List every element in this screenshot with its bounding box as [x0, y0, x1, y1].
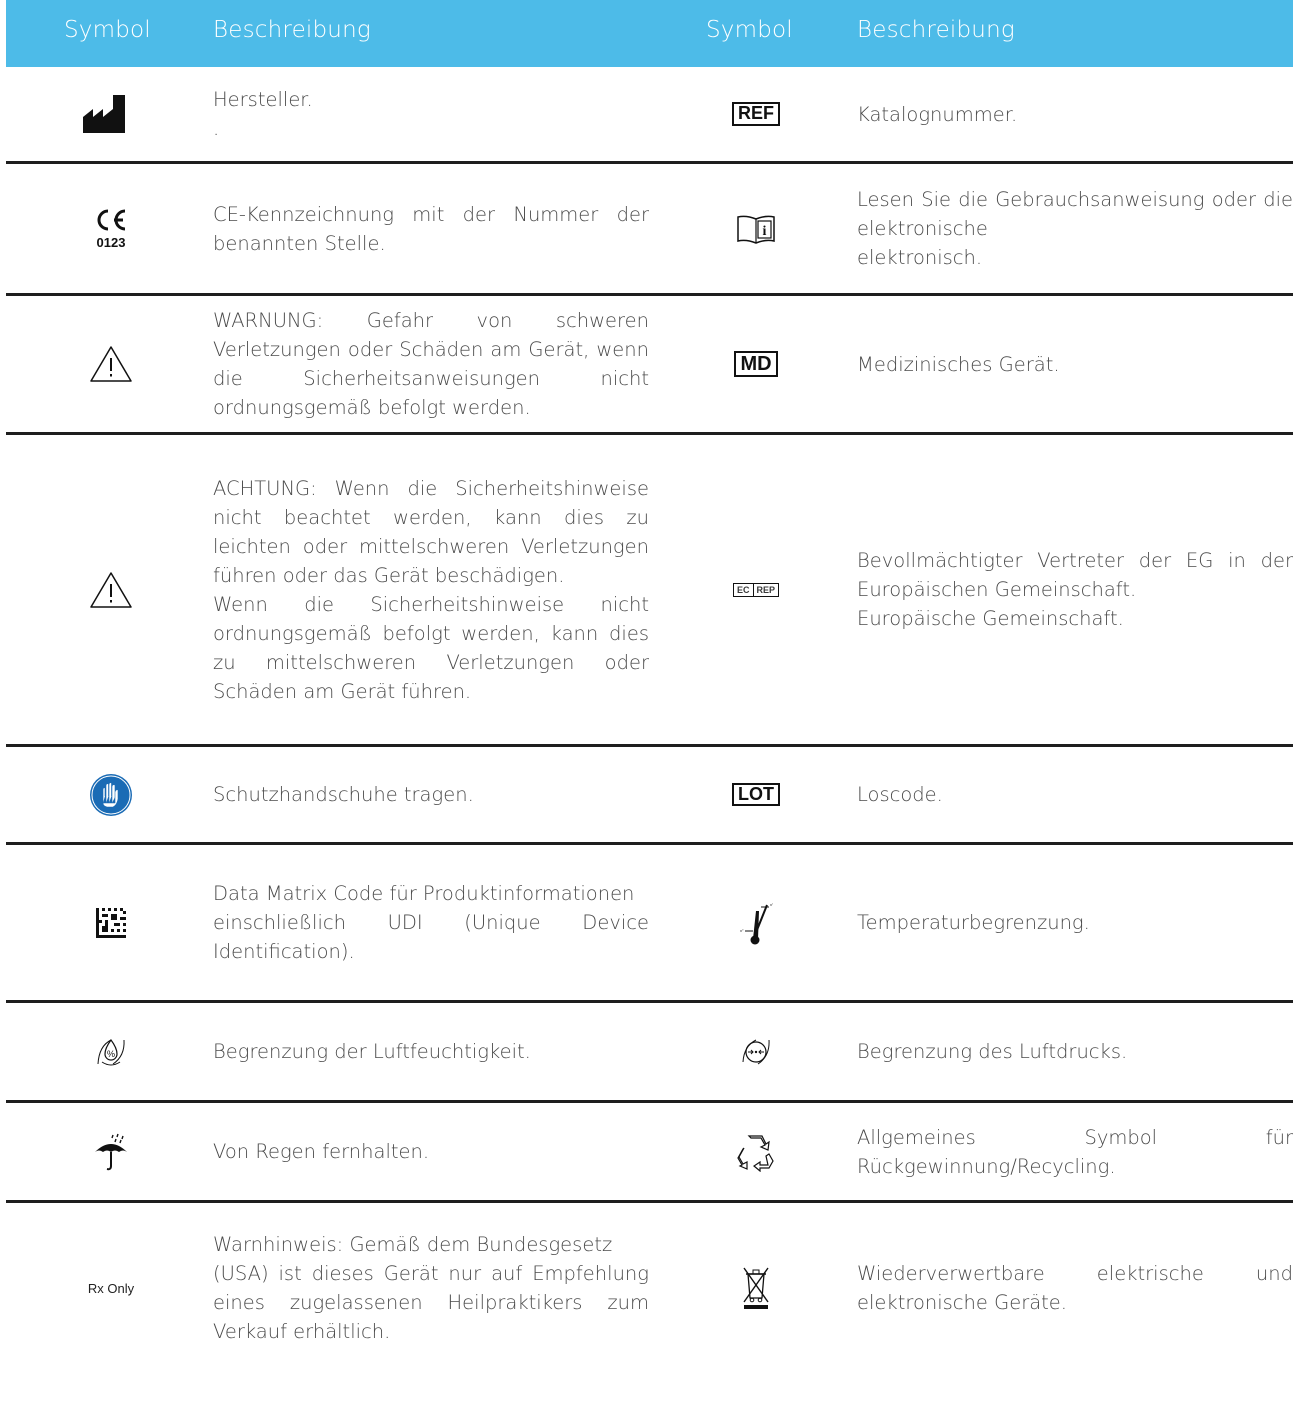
header-description-left: Beschreibung — [213, 17, 371, 43]
description-text: Katalognummer. — [857, 102, 1018, 126]
description-cell: WARNUNG: Gefahr von schweren Verletzunge… — [213, 296, 649, 432]
description-text: Hersteller. . — [213, 88, 313, 140]
pressure-limit-icon — [686, 1003, 826, 1100]
weee-icon — [686, 1203, 826, 1373]
description-text: Temperaturbegrenzung. — [857, 911, 1090, 934]
svg-text:x°: x° — [770, 902, 773, 907]
description-text: ACHTUNG: Wenn die Sicherheitshinweise ni… — [213, 476, 649, 703]
ec-rep-icon: EC REP — [686, 435, 826, 744]
description-text: Lesen Sie die Gebrauchsanweisung oder di… — [857, 188, 1293, 269]
description-text: CE-Kennzeichnung mit der Nummer der bena… — [213, 202, 649, 255]
description-cell: Schutzhandschuhe tragen. — [213, 747, 649, 842]
description-cell: Medizinisches Gerät. — [857, 296, 1293, 432]
description-cell: Katalognummer. — [857, 67, 1293, 161]
rx-only-label: Rx Only — [87, 1280, 135, 1296]
manufacturer-icon — [46, 67, 176, 161]
keep-dry-icon — [46, 1103, 176, 1200]
description-cell: Begrenzung der Luftfeuchtigkeit. — [213, 1003, 649, 1100]
description-cell: Data Matrix Code für Produktinformatione… — [213, 845, 649, 1000]
ref-icon: REF — [686, 67, 826, 161]
lot-label: LOT — [732, 782, 780, 807]
recycling-icon — [686, 1103, 826, 1200]
data-matrix-icon — [46, 845, 176, 1000]
description-cell: Temperaturbegrenzung. — [857, 845, 1293, 1000]
temperature-limit-icon: x° x° — [686, 845, 826, 1000]
description-text: Schutzhandschuhe tragen. — [213, 783, 474, 806]
header-symbol-left: Symbol — [64, 17, 151, 43]
symbol-table: Symbol Beschreibung Symbol Beschreibung … — [6, 0, 1293, 1373]
description-text: Bevollmächtigter Vertreter der EG in der… — [857, 549, 1293, 630]
description-cell: Bevollmächtigter Vertreter der EG in der… — [857, 435, 1293, 744]
description-cell: Warnhinweis: Gemäß dem Bundesgesetz (USA… — [213, 1203, 649, 1373]
description-text: Von Regen fernhalten. — [213, 1140, 430, 1163]
description-text: Wiederverwertbare elektrische und elektr… — [857, 1262, 1293, 1314]
caution-icon — [46, 435, 176, 744]
description-cell: Begrenzung des Luftdrucks. — [857, 1003, 1293, 1100]
description-cell: Allgemeines Symbol für Rückgewinnung/Rec… — [857, 1103, 1293, 1200]
table-header: Symbol Beschreibung Symbol Beschreibung — [6, 0, 1293, 67]
ce-mark-icon: 0123 — [46, 164, 176, 293]
description-text: WARNUNG: Gefahr von schweren Verletzunge… — [213, 309, 649, 419]
description-text: Begrenzung des Luftdrucks. — [857, 1040, 1128, 1063]
description-text: Allgemeines Symbol für Rückgewinnung/Rec… — [857, 1125, 1293, 1178]
description-cell: Hersteller. . — [213, 67, 649, 161]
description-text: Loscode. — [857, 783, 943, 806]
gloves-icon — [46, 747, 176, 842]
table-row: % Begrenzung der Luftfeuchtigkeit. Begre… — [6, 1003, 1293, 1103]
md-label: MD — [734, 351, 778, 377]
table-row: Schutzhandschuhe tragen. LOT Loscode. — [6, 747, 1293, 845]
table-row: Hersteller. . REF Katalognummer. — [6, 67, 1293, 164]
ref-label: REF — [732, 102, 780, 126]
table-row: Von Regen fernhalten. Allgemeines Symbol… — [6, 1103, 1293, 1203]
humidity-limit-icon: % — [46, 1003, 176, 1100]
description-cell: CE-Kennzeichnung mit der Nummer der bena… — [213, 164, 649, 293]
md-icon: MD — [686, 296, 826, 432]
table-row: 0123 CE-Kennzeichnung mit der Nummer der… — [6, 164, 1293, 296]
ec-label: EC — [736, 584, 750, 595]
rep-label: REP — [752, 583, 779, 596]
svg-text:x°: x° — [740, 928, 744, 933]
table-row: ACHTUNG: Wenn die Sicherheitshinweise ni… — [6, 435, 1293, 747]
header-description-right: Beschreibung — [857, 17, 1015, 43]
table-row: WARNUNG: Gefahr von schweren Verletzunge… — [6, 296, 1293, 435]
description-cell: Von Regen fernhalten. — [213, 1103, 649, 1200]
description-text: Medizinisches Gerät. — [857, 352, 1060, 376]
svg-text:i: i — [763, 224, 767, 239]
description-cell: Wiederverwertbare elektrische und elektr… — [857, 1203, 1293, 1373]
lot-icon: LOT — [686, 747, 826, 842]
header-symbol-right: Symbol — [706, 17, 793, 43]
description-cell: Loscode. — [857, 747, 1293, 842]
svg-text:%: % — [107, 1049, 115, 1059]
instructions-icon: i — [686, 164, 826, 293]
notified-body-number: 0123 — [96, 235, 126, 250]
description-text: Data Matrix Code für Produktinformatione… — [213, 882, 649, 963]
description-text: Warnhinweis: Gemäß dem Bundesgesetz (USA… — [213, 1233, 649, 1343]
warning-icon — [46, 296, 176, 432]
description-text: Begrenzung der Luftfeuchtigkeit. — [213, 1040, 531, 1063]
description-cell: ACHTUNG: Wenn die Sicherheitshinweise ni… — [213, 435, 649, 744]
description-cell: Lesen Sie die Gebrauchsanweisung oder di… — [857, 164, 1293, 293]
rx-only-icon: Rx Only — [46, 1203, 176, 1373]
table-row: Data Matrix Code für Produktinformatione… — [6, 845, 1293, 1003]
table-row: Rx Only Warnhinweis: Gemäß dem Bundesges… — [6, 1203, 1293, 1373]
